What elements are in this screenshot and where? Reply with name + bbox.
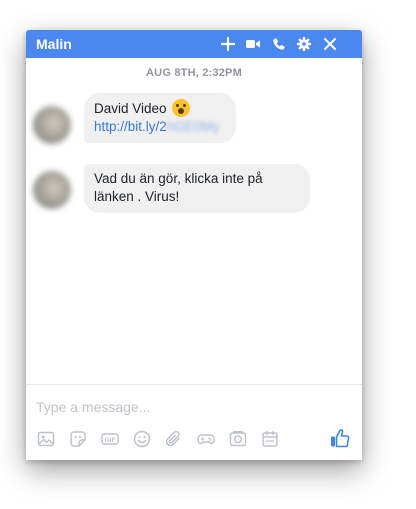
message-bubble[interactable]: Vad du än gör, klicka inte på länken . V… bbox=[84, 164, 310, 213]
attachment-icon[interactable] bbox=[164, 429, 184, 449]
message-bubble[interactable]: David Video http://bit.ly/2hGE0My bbox=[84, 93, 236, 143]
avatar[interactable] bbox=[33, 106, 71, 144]
avatar[interactable] bbox=[33, 171, 71, 209]
message-link[interactable]: http://bit.ly/2hGE0My bbox=[94, 119, 219, 134]
image-icon[interactable] bbox=[36, 429, 56, 449]
thumbs-up-icon[interactable] bbox=[329, 427, 351, 449]
message-text: Vad du än gör, klicka inte på länken . V… bbox=[94, 171, 263, 204]
message-input[interactable] bbox=[36, 399, 336, 415]
message-timestamp: AUG 8TH, 2:32PM bbox=[146, 67, 242, 79]
phone-icon[interactable] bbox=[271, 36, 287, 52]
svg-text:GIF: GIF bbox=[105, 437, 116, 444]
close-icon[interactable] bbox=[322, 36, 338, 52]
surprised-emoji-icon bbox=[172, 99, 191, 117]
link-visible-text: http://bit.ly/2 bbox=[94, 119, 167, 134]
plus-icon[interactable] bbox=[220, 36, 236, 52]
link-obscured-text: hGE0My bbox=[166, 119, 220, 134]
camera-icon[interactable] bbox=[228, 429, 248, 449]
contact-name[interactable]: Malin bbox=[36, 36, 72, 52]
sticker-icon[interactable] bbox=[68, 429, 88, 449]
games-icon[interactable] bbox=[196, 429, 216, 449]
chat-header: Malin bbox=[26, 30, 362, 58]
emoji-icon[interactable] bbox=[132, 429, 152, 449]
video-camera-icon[interactable] bbox=[245, 36, 261, 52]
chat-window: Malin AUG 8TH, 2:32PM David Video http:/… bbox=[26, 30, 362, 460]
gear-icon[interactable] bbox=[296, 36, 312, 52]
message-text: David Video bbox=[94, 101, 167, 116]
calendar-icon[interactable] bbox=[260, 429, 280, 449]
message-composer: GIF bbox=[26, 384, 362, 460]
gif-icon[interactable]: GIF bbox=[100, 429, 120, 449]
